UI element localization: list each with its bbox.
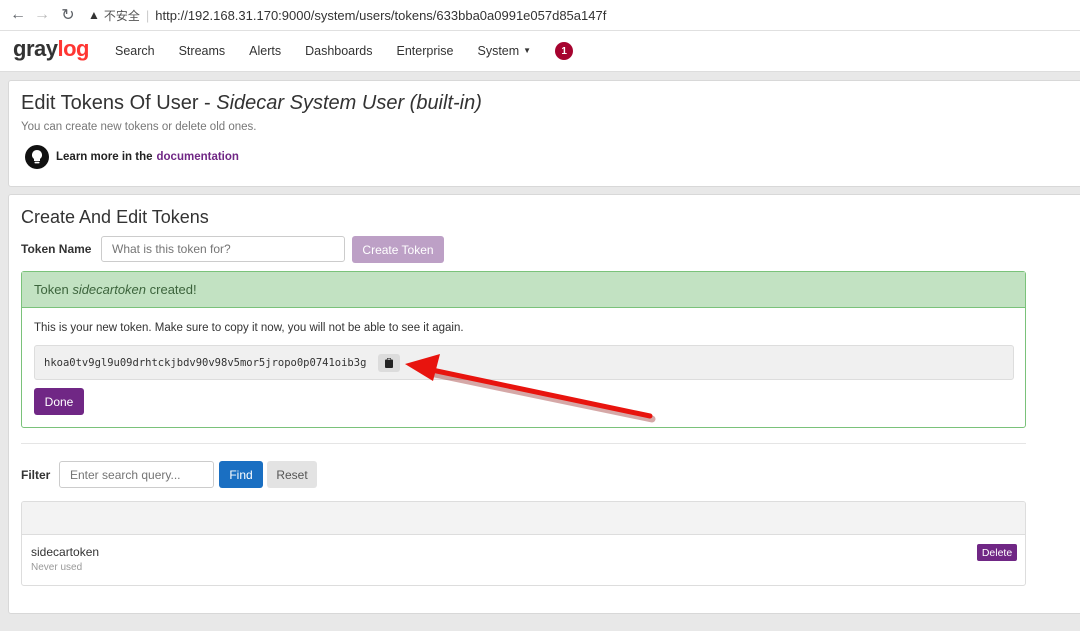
success-prefix: Token [34, 282, 73, 297]
address-bar[interactable]: ▲ 不安全 | http://192.168.31.170:9000/syste… [88, 3, 606, 27]
filter-input[interactable] [59, 461, 214, 488]
section-title: Create And Edit Tokens [21, 207, 209, 227]
graylog-logo[interactable]: graylog [13, 36, 89, 62]
page-subtitle: You can create new tokens or delete old … [21, 121, 257, 133]
tokens-panel: Create And Edit Tokens Token Name Create… [8, 194, 1080, 614]
learn-more: Learn more in the documentation [25, 145, 239, 169]
warning-icon: ▲ [88, 8, 100, 22]
token-list: sidecartoken Never used Delete [21, 501, 1026, 586]
section-divider [21, 443, 1026, 444]
notification-badge[interactable]: 1 [555, 42, 574, 60]
delete-button[interactable]: Delete [977, 544, 1017, 561]
nav-system-label: System [477, 44, 520, 58]
nav-system[interactable]: System ▼ [465, 44, 543, 58]
page-title-user: Sidecar System User (built-in) [216, 92, 482, 114]
address-separator: | [145, 7, 150, 23]
success-heading: Token sidecartoken created! [22, 272, 1025, 308]
create-token-button[interactable]: Create Token [352, 236, 444, 263]
done-button[interactable]: Done [34, 388, 84, 415]
nav-streams[interactable]: Streams [167, 44, 238, 58]
page-title-prefix: Edit Tokens Of User - [21, 92, 217, 114]
nav-search[interactable]: Search [103, 44, 167, 58]
learn-more-text: Learn more in the [56, 151, 153, 163]
token-name-input[interactable] [101, 236, 345, 262]
lightbulb-icon [25, 145, 49, 169]
token-name: sidecartoken [31, 545, 100, 559]
forward-arrow-icon[interactable]: → [30, 6, 54, 24]
find-button[interactable]: Find [219, 461, 263, 488]
token-last-used: Never used [31, 562, 83, 573]
logo-gray-text: gray [13, 36, 58, 61]
token-list-header [22, 502, 1025, 535]
new-token-message: This is your new token. Make sure to cop… [34, 322, 464, 334]
token-name-label: Token Name [21, 242, 92, 256]
logo-log-text: log [57, 36, 89, 61]
list-item: sidecartoken Never used Delete [22, 535, 1025, 585]
nav-enterprise[interactable]: Enterprise [385, 44, 466, 58]
reload-icon[interactable]: ↻ [56, 5, 80, 25]
main-navbar: graylog Search Streams Alerts Dashboards… [0, 31, 1080, 72]
filter-label: Filter [21, 468, 51, 482]
url-text[interactable]: http://192.168.31.170:9000/system/users/… [155, 8, 606, 23]
back-arrow-icon[interactable]: ← [6, 6, 30, 24]
token-created-alert: Token sidecartoken created! This is your… [21, 271, 1026, 428]
clipboard-icon[interactable] [378, 353, 401, 372]
success-suffix: created! [146, 282, 197, 297]
page-header-panel: Edit Tokens Of User - Sidecar System Use… [8, 80, 1080, 187]
browser-toolbar: ← → ↻ ▲ 不安全 | http://192.168.31.170:9000… [0, 0, 1080, 31]
documentation-link[interactable]: documentation [157, 151, 239, 163]
success-token-name: sidecartoken [72, 282, 147, 297]
insecure-label: 不安全 [103, 8, 140, 23]
nav-dashboards[interactable]: Dashboards [293, 44, 384, 58]
token-value-box: hkoa0tv9gl9u09drhtckjbdv90v98v5mor5jropo… [34, 345, 1014, 380]
nav-alerts[interactable]: Alerts [237, 44, 293, 58]
token-value[interactable]: hkoa0tv9gl9u09drhtckjbdv90v98v5mor5jropo… [44, 357, 366, 369]
page-title: Edit Tokens Of User - Sidecar System Use… [21, 92, 482, 115]
reset-button[interactable]: Reset [267, 461, 317, 488]
caret-down-icon: ▼ [523, 46, 532, 55]
